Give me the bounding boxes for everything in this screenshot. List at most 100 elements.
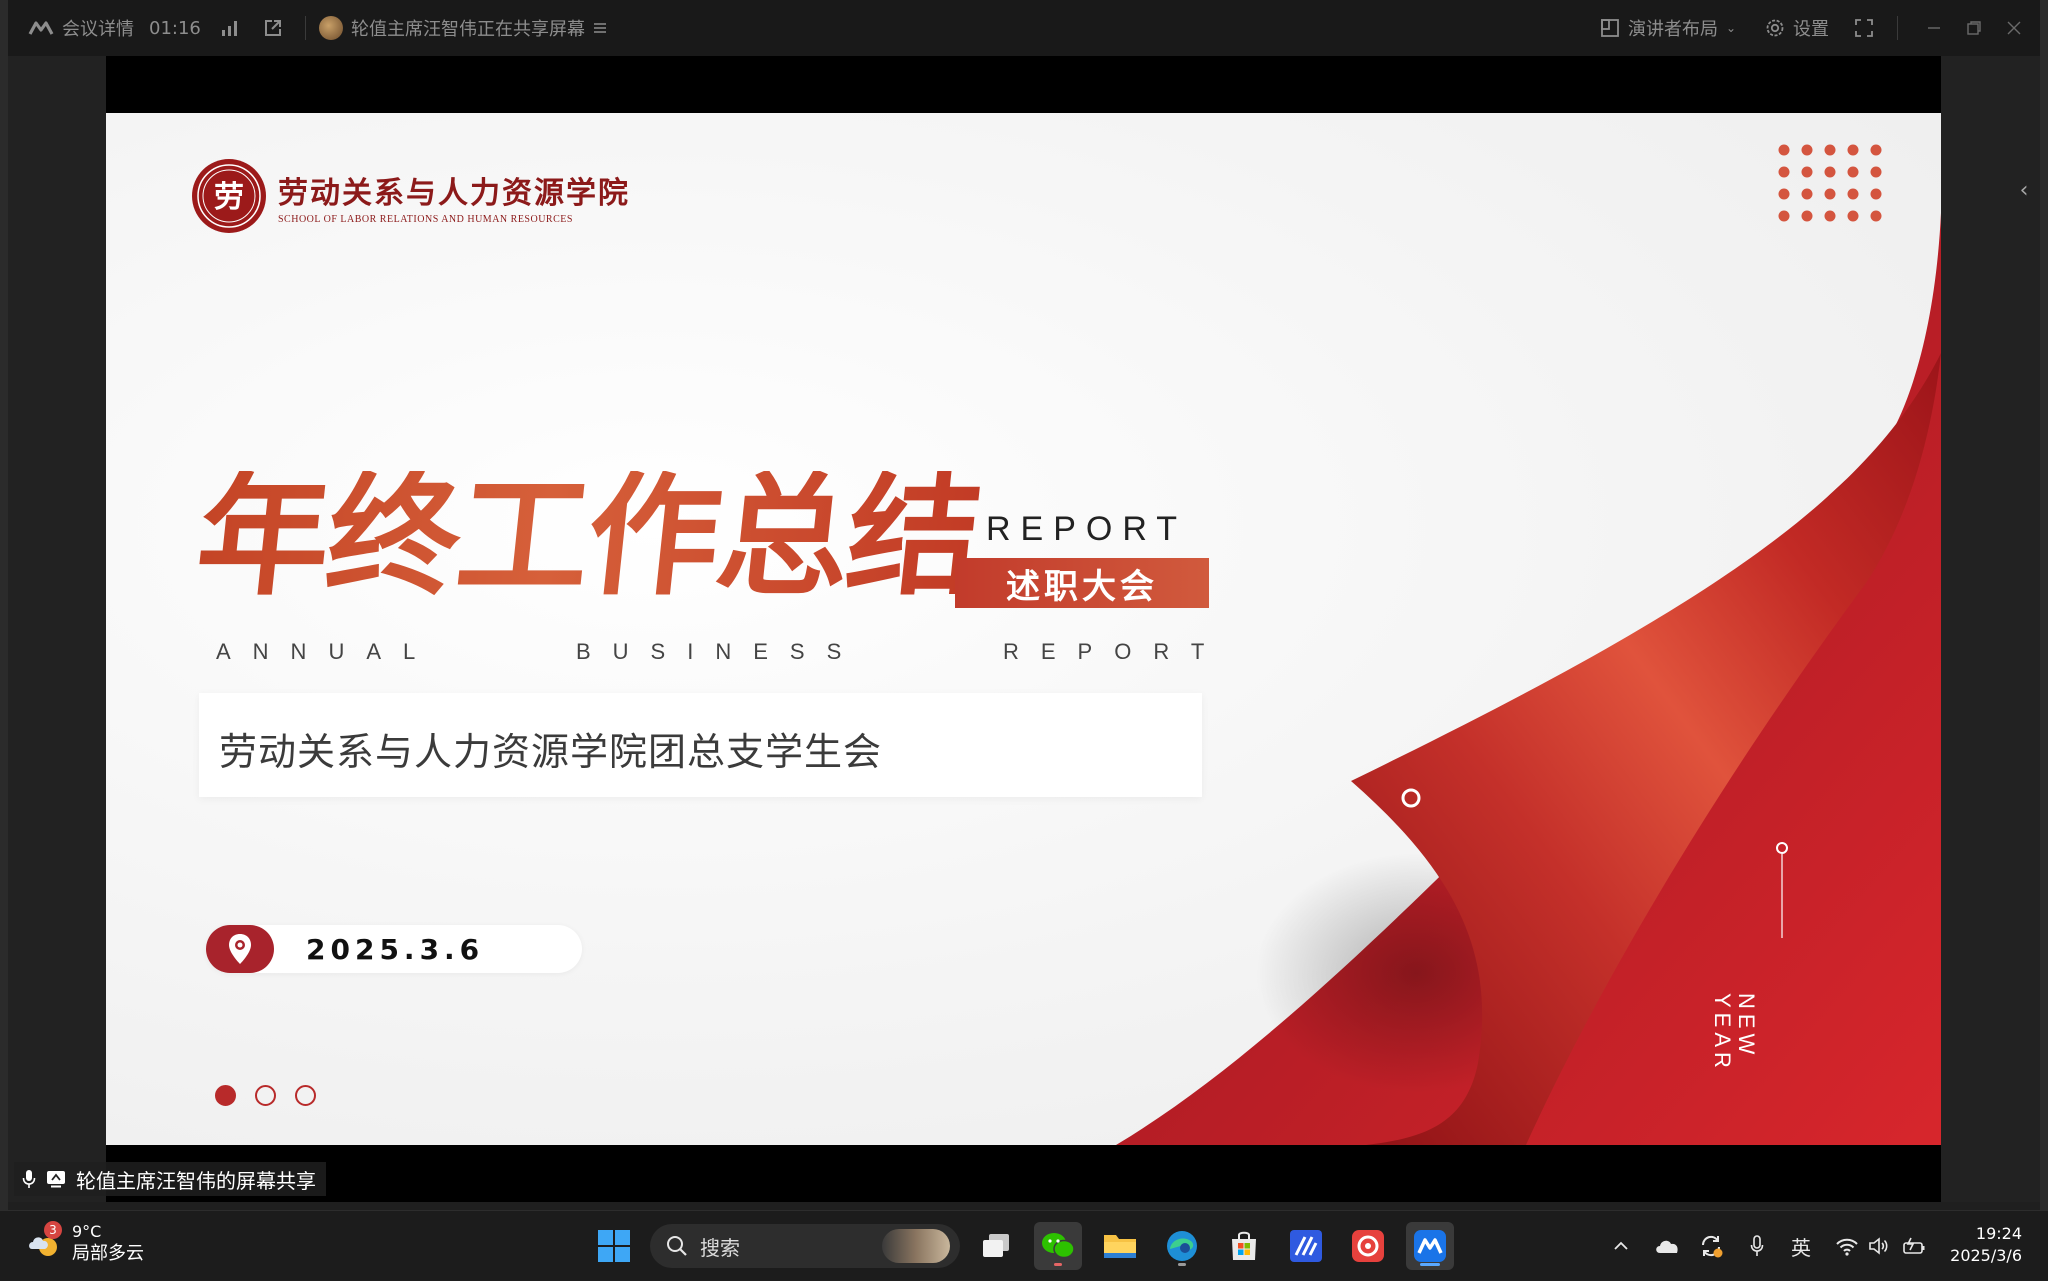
speaker-layout-button[interactable]: 演讲者布局 ⌄ [1600, 0, 1736, 56]
business-word: BUSINESS [576, 639, 864, 664]
settings-label: 设置 [1793, 19, 1829, 40]
speaker-layout-label: 演讲者布局 [1628, 19, 1718, 40]
onedrive-cloud-icon[interactable] [1650, 1211, 1684, 1281]
sharing-notice[interactable]: 轮值主席汪智伟正在共享屏幕 [319, 0, 607, 56]
fullscreen-icon[interactable] [1854, 0, 1874, 56]
visual-studio-button[interactable] [1282, 1222, 1330, 1270]
wechat-notification-indicator [1054, 1263, 1062, 1266]
screen-share-caption: 轮值主席汪智伟的屏幕共享 [14, 1162, 326, 1196]
sync-icon[interactable] [1694, 1211, 1728, 1281]
share-caption-text: 轮值主席汪智伟的屏幕共享 [76, 1168, 316, 1193]
decorative-dot [1824, 210, 1836, 222]
clock-time: 19:24 [1975, 1224, 2022, 1243]
show-hidden-icons-chevron-up-icon[interactable] [1606, 1211, 1636, 1281]
sharing-notice-text: 轮值主席汪智伟正在共享屏幕 [351, 19, 585, 40]
microphone-tray-icon[interactable] [1742, 1211, 1772, 1281]
report-word: REPORT [1003, 639, 1227, 664]
page-dot-3 [295, 1085, 316, 1106]
decorative-dot [1870, 188, 1882, 200]
presentation-slide: 劳 劳动关系与人力资源学院 SCHOOL OF LABOR RELATIONS … [106, 113, 1941, 1145]
presenter-avatar [319, 16, 343, 40]
tencent-meeting-icon [1414, 1230, 1446, 1262]
decorative-dot [1847, 188, 1859, 200]
restore-icon[interactable] [1966, 0, 1982, 56]
microsoft-store-button[interactable] [1220, 1222, 1268, 1270]
page-dot-1 [215, 1085, 236, 1106]
active-app-indicator [1420, 1263, 1440, 1266]
decorative-dot [1778, 210, 1790, 222]
slide-date: 2025.3.6 [306, 933, 485, 966]
chevron-down-icon: ⌄ [1726, 21, 1737, 35]
decorative-dot [1824, 188, 1836, 200]
decorative-dot [1847, 144, 1859, 156]
wifi-icon[interactable] [1832, 1211, 1862, 1281]
school-logo: 劳 劳动关系与人力资源学院 SCHOOL OF LABOR RELATIONS … [190, 157, 630, 235]
decorative-dot [1778, 166, 1790, 178]
store-icon [1232, 1231, 1256, 1260]
layout-icon [1601, 19, 1619, 37]
file-explorer-button[interactable] [1096, 1222, 1144, 1270]
red-app-button[interactable] [1344, 1222, 1392, 1270]
system-clock[interactable]: 19:24 2025/3/6 [1950, 1223, 2022, 1267]
left-gutter [0, 0, 8, 1210]
decorative-dot [1801, 210, 1813, 222]
windows-logo-icon [598, 1230, 630, 1262]
minimize-icon[interactable] [1926, 0, 1942, 56]
svg-text:劳: 劳 [214, 180, 244, 215]
weather-desc: 局部多云 [72, 1243, 144, 1264]
decorative-dot [1778, 188, 1790, 200]
microphone-icon [22, 1170, 36, 1188]
vs-app-icon [1290, 1230, 1322, 1262]
task-view-icon [983, 1234, 1009, 1257]
task-view-button[interactable] [972, 1222, 1020, 1270]
timer-text: 01:16 [149, 17, 201, 39]
report-label: REPORT [986, 510, 1188, 548]
wechat-taskbar-button[interactable] [1034, 1222, 1082, 1270]
edge-icon [1167, 1231, 1197, 1261]
taskbar-search[interactable]: 搜索 [650, 1224, 960, 1268]
search-icon [667, 1236, 687, 1256]
volume-icon[interactable] [1864, 1211, 1894, 1281]
red-app-icon [1352, 1230, 1384, 1262]
windows-taskbar: 3 9°C 局部多云 搜索 英 19:24 2025/3/6 [0, 1210, 2048, 1280]
wechat-icon [1042, 1233, 1075, 1259]
start-button[interactable] [590, 1222, 638, 1270]
meeting-top-bar: 会议详情 01:16 轮值主席汪智伟正在共享屏幕 演讲者布局 ⌄ 设置 [8, 0, 2040, 56]
gear-icon [1766, 19, 1784, 37]
decorative-dot [1847, 166, 1859, 178]
meeting-details-button[interactable]: 会议详情 [28, 0, 134, 56]
page-dot-2 [255, 1085, 276, 1106]
input-method-indicator[interactable]: 英 [1786, 1211, 1816, 1281]
decorative-dot [1801, 144, 1813, 156]
tencent-meeting-logo-icon [28, 21, 54, 35]
tencent-meeting-taskbar-button[interactable] [1406, 1222, 1454, 1270]
decorative-dot [1870, 144, 1882, 156]
search-highlight-image [882, 1229, 950, 1263]
weather-temp: 9°C [72, 1222, 102, 1241]
decorative-dot [1824, 166, 1836, 178]
popout-icon[interactable] [263, 0, 283, 56]
weather-badge: 3 [44, 1221, 62, 1239]
signal-icon[interactable] [221, 0, 239, 56]
decorative-dot [1870, 166, 1882, 178]
close-icon[interactable] [2006, 0, 2022, 56]
weather-cloud-sun-icon: 3 [26, 1221, 62, 1261]
slide-page-indicator [215, 1085, 316, 1106]
meeting-details-label: 会议详情 [62, 19, 134, 40]
new-word: NEW [1734, 993, 1759, 1060]
search-placeholder: 搜索 [700, 1235, 740, 1260]
battery-icon[interactable] [1898, 1211, 1932, 1281]
weather-widget[interactable]: 3 9°C 局部多云 [26, 1221, 144, 1265]
location-pin-icon [206, 925, 274, 973]
edge-browser-button[interactable] [1158, 1222, 1206, 1270]
year-word: YEAR [1710, 993, 1735, 1073]
folder-icon [1104, 1235, 1136, 1258]
decorative-dot [1847, 210, 1859, 222]
meeting-timer: 01:16 [149, 0, 201, 56]
school-seal-icon: 劳 [192, 159, 266, 233]
clock-date: 2025/3/6 [1950, 1246, 2022, 1265]
right-gutter [2040, 0, 2048, 1210]
decorative-dot [1801, 188, 1813, 200]
settings-button[interactable]: 设置 [1765, 0, 1829, 56]
side-panel-toggle-chevron-left-icon[interactable]: ‹ [2010, 176, 2038, 204]
